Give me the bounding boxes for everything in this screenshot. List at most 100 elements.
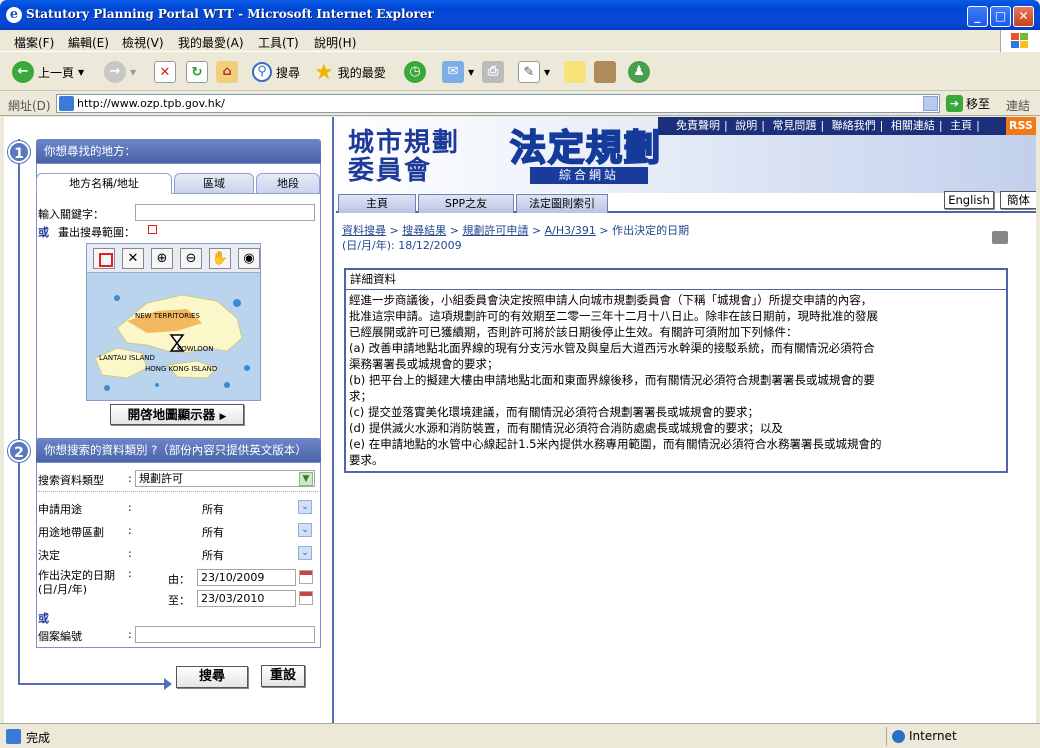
colon: : (128, 524, 132, 537)
edit-button[interactable]: ✎ ▼ (518, 59, 550, 85)
draw-box-tool-icon[interactable] (93, 248, 115, 269)
chevron-down-icon: ▼ (78, 67, 85, 77)
expand-use-icon[interactable]: ⌄ (298, 500, 312, 514)
search-type-label: 搜索資料類型 (38, 474, 104, 487)
zoom-out-icon[interactable]: ⊖ (180, 248, 202, 269)
status-text: 完成 (26, 731, 51, 745)
discuss-button[interactable] (564, 59, 586, 85)
zoom-in-icon[interactable]: ⊕ (151, 248, 173, 269)
chevron-down-icon: ▼ (299, 472, 313, 486)
search-icon: ⚲ (252, 62, 272, 82)
pan-hand-icon[interactable]: ✋ (209, 248, 231, 269)
detail-body: 經進一步商議後，小組委員會決定按照申請人向城市規劃委員會（下稱「城規會」）所提交… (349, 293, 882, 467)
tab-spp-friends[interactable]: SPP之友 (418, 194, 514, 213)
crumb-data-search[interactable]: 資料搜尋 (342, 224, 386, 237)
go-button[interactable]: ➔ 移至 (946, 95, 990, 112)
search-button[interactable]: ⚲ 搜尋 (252, 59, 300, 85)
spp-logo: 法定規劃 (509, 127, 663, 170)
minimize-button[interactable]: _ (967, 6, 988, 27)
draw-rectangle-icon[interactable] (148, 225, 157, 234)
link-disclaimer[interactable]: 免責聲明 (676, 119, 720, 132)
expand-zoning-icon[interactable]: ⌄ (298, 523, 312, 537)
stop-button[interactable]: ✕ (154, 59, 176, 85)
colon: : (128, 501, 132, 514)
crumb-search-results[interactable]: 搜尋結果 (402, 224, 446, 237)
home-button[interactable]: ⌂ (216, 59, 238, 85)
research-button[interactable] (594, 59, 616, 85)
go-arrow-icon: ➔ (946, 95, 963, 112)
expand-decision-icon[interactable]: ⌄ (298, 546, 312, 560)
tab-ozp-index[interactable]: 法定圖則索引 (516, 194, 608, 213)
print-icon[interactable] (992, 231, 1008, 244)
crumb-planning-application[interactable]: 規劃許可申請 (462, 224, 528, 237)
favorites-button[interactable]: ★ 我的最愛 (314, 59, 386, 85)
address-label: 網址(D) (8, 99, 51, 113)
zoning-label: 用途地帶區劃 (38, 526, 104, 539)
crumb-case-number[interactable]: A/H3/391 (545, 224, 596, 237)
colon: : (128, 567, 132, 580)
refresh-button[interactable]: ↻ (186, 59, 208, 85)
clear-tool-icon[interactable]: ✕ (122, 248, 144, 269)
keyword-input[interactable] (135, 204, 315, 221)
open-map-viewer-button[interactable]: 開啓地圖顯示器 ▶ (110, 404, 244, 425)
close-button[interactable]: ✕ (1013, 6, 1034, 27)
menu-file[interactable]: 檔案(F) (14, 34, 54, 51)
case-number-input[interactable] (135, 626, 315, 643)
menu-view[interactable]: 檢視(V) (122, 34, 164, 51)
chevron-down-icon: ▼ (468, 67, 475, 77)
to-date-input[interactable]: 23/03/2010 (197, 590, 296, 607)
to-label: 至： (168, 594, 190, 607)
tab-lot[interactable]: 地段 (256, 173, 320, 193)
search-panel: 1 你想尋找的地方： 地方名稱/地址 區域 地段 輸入關鍵字： 或 畫出搜尋範圍… (4, 117, 334, 723)
title-bar: e Statutory Planning Portal WTT - Micros… (0, 0, 1040, 30)
maximize-button[interactable]: □ (990, 6, 1011, 27)
page-icon (59, 96, 74, 111)
menu-favorites[interactable]: 我的最愛(A) (178, 34, 244, 51)
back-button[interactable]: ← 上一頁 ▼ (12, 59, 84, 85)
menu-edit[interactable]: 編輯(E) (68, 34, 109, 51)
tab-district[interactable]: 區域 (174, 173, 254, 193)
crumb-date-line: (日/月/年): 18/12/2009 (342, 239, 462, 252)
address-dropdown-icon[interactable] (923, 96, 938, 111)
or-label: 或 (38, 612, 49, 625)
reset-button[interactable]: 重設 (261, 665, 305, 687)
location-tabs: 地方名稱/地址 區域 地段 (34, 173, 320, 194)
globe-icon[interactable]: ◉ (238, 248, 260, 269)
simplified-chinese-button[interactable]: 簡体 (1000, 191, 1036, 209)
menu-help[interactable]: 說明(H) (314, 34, 356, 51)
tab-home[interactable]: 主頁 (338, 194, 416, 213)
address-input[interactable]: http://www.ozp.tpb.gov.hk/ (56, 94, 940, 113)
step-2-body (36, 462, 321, 648)
mail-button[interactable]: ✉ ▼ (442, 59, 474, 85)
from-date-input[interactable]: 23/10/2009 (197, 569, 296, 586)
divider (38, 491, 318, 492)
messenger-button[interactable]: ♟ (628, 59, 650, 85)
main-panel: 免責聲明 | 說明 | 常見問題 | 聯絡我們 | 相關連結 | 主頁 | RSS 城市規劃… (336, 117, 1036, 723)
link-home[interactable]: 主頁 (950, 119, 972, 132)
history-button[interactable]: ◷ (404, 59, 426, 85)
tab-place-name[interactable]: 地方名稱/地址 (36, 173, 172, 194)
application-use-label: 申請用途 (38, 503, 82, 516)
menu-tools[interactable]: 工具(T) (258, 34, 299, 51)
search-button[interactable]: 搜尋 (176, 666, 248, 688)
calendar-icon[interactable] (299, 570, 313, 584)
detail-title: 詳細資料 (346, 270, 1006, 290)
link-related[interactable]: 相關連結 (891, 119, 935, 132)
map-label-kowloon: KOWLOON (177, 345, 214, 353)
rss-icon[interactable]: RSS (1006, 117, 1036, 135)
link-contact[interactable]: 聯絡我們 (832, 119, 876, 132)
link-faq[interactable]: 常見問題 (772, 119, 816, 132)
map-label-hk-island: HONG KONG ISLAND (145, 365, 218, 373)
forward-button[interactable]: → ▼ (104, 59, 136, 85)
edit-icon: ✎ (518, 61, 540, 83)
link-help[interactable]: 說明 (735, 119, 757, 132)
english-button[interactable]: English (944, 191, 994, 209)
links-label[interactable]: 連結 (1006, 97, 1030, 114)
search-type-select[interactable]: 規劃許可 ▼ (135, 470, 315, 487)
print-button[interactable]: ⎙ (482, 59, 504, 85)
decision-value: 所有 (202, 549, 224, 562)
map-widget[interactable]: ✕ ⊕ ⊖ ✋ ◉ NEW TERRITORIES KOWLOON LANTAU… (86, 243, 261, 401)
calendar-icon[interactable] (299, 591, 313, 605)
or-label: 或 (38, 226, 49, 239)
home-icon: ⌂ (216, 61, 238, 83)
